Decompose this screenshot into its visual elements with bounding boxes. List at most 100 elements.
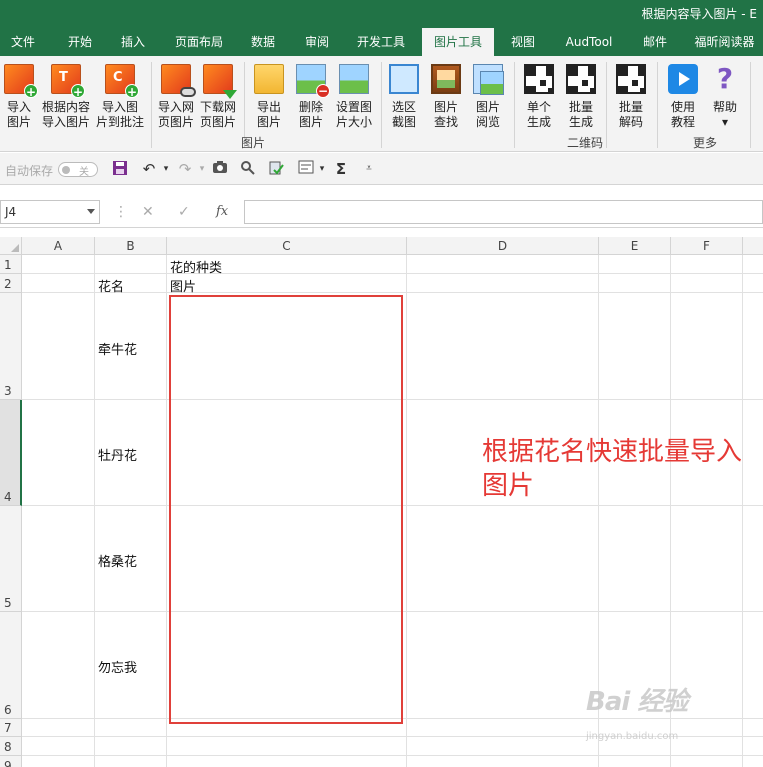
- qr-single-icon: [524, 64, 554, 94]
- spell-check-icon[interactable]: [266, 160, 286, 178]
- import-image-button[interactable]: + 导入 图片: [2, 60, 38, 132]
- export-image-button[interactable]: 导出 图片: [250, 60, 288, 132]
- form-icon[interactable]: [296, 160, 316, 178]
- watermark-brand: Bai 经验: [586, 687, 688, 717]
- name-box[interactable]: J4: [0, 200, 100, 224]
- tab-data[interactable]: 数据: [240, 28, 286, 56]
- help-icon: ?: [716, 62, 734, 95]
- cell-b6[interactable]: 勿忘我: [98, 657, 137, 676]
- delete-image-button[interactable]: − 删除 图片: [292, 60, 330, 132]
- formula-input[interactable]: [244, 200, 763, 224]
- cell-b3[interactable]: 牵牛花: [98, 339, 137, 358]
- qr-batch-icon: [566, 64, 596, 94]
- annotation-text: 根据花名快速批量导入图片: [482, 437, 743, 501]
- window-title: 根据内容导入图片 - E: [641, 7, 757, 21]
- watermark: Bai 经验 jingyan.baidu.com: [586, 675, 756, 763]
- cancel-icon[interactable]: ✕: [142, 204, 154, 220]
- column-header-g[interactable]: [743, 237, 763, 255]
- image-browse-button[interactable]: 图片 阅览: [470, 60, 506, 132]
- help-button[interactable]: ? 帮助 ▾: [706, 60, 744, 132]
- tab-insert[interactable]: 插入: [110, 28, 156, 56]
- import-to-comment-button[interactable]: C + 导入图 片到批注: [94, 60, 146, 132]
- column-header-a[interactable]: A: [22, 237, 95, 255]
- undo-dropdown-icon[interactable]: ▾: [160, 160, 172, 178]
- row-header-9[interactable]: 9: [0, 756, 22, 767]
- redo-icon[interactable]: ↷: [174, 160, 196, 178]
- row-header-4[interactable]: 4: [0, 400, 22, 506]
- row-header-8[interactable]: 8: [0, 737, 22, 756]
- customize-qat-icon[interactable]: ⩡: [362, 160, 376, 178]
- undo-icon[interactable]: ↶: [138, 160, 160, 178]
- selection-screenshot-button[interactable]: 选区 截图: [386, 60, 422, 132]
- select-all-corner[interactable]: [0, 237, 22, 255]
- cell-b2[interactable]: 花名: [98, 276, 124, 295]
- web-image-download-icon: [203, 64, 237, 99]
- column-header-c[interactable]: C: [167, 237, 407, 255]
- autosum-icon[interactable]: Σ: [330, 160, 352, 178]
- folder-export-icon: [254, 64, 284, 94]
- import-web-image-button[interactable]: 导入网 页图片: [155, 60, 197, 132]
- formula-bar: J4 ⋮ ✕ ✓ fx: [0, 186, 763, 228]
- tab-review[interactable]: 审阅: [294, 28, 340, 56]
- row-header-2[interactable]: 2: [0, 274, 22, 293]
- set-image-size-button[interactable]: 设置图 片大小: [332, 60, 376, 132]
- row-header-1[interactable]: 1: [0, 255, 22, 274]
- image-resize-icon: [339, 64, 369, 94]
- import-by-content-button[interactable]: T + 根据内容 导入图片: [40, 60, 92, 132]
- quick-access-toolbar: 自动保存 关 ↶ ▾ ↷ ▾ ▾ Σ ⩡: [0, 153, 763, 185]
- row-header-7[interactable]: 7: [0, 719, 22, 737]
- group-label-images: 图片: [240, 136, 265, 150]
- column-header-b[interactable]: B: [95, 237, 167, 255]
- cell-c1[interactable]: 花的种类: [170, 257, 222, 276]
- ribbon-tabs: 文件 开始 插入 页面布局 数据 审阅 开发工具 图片工具 视图 AudTool…: [0, 28, 763, 56]
- row-header-6[interactable]: 6: [0, 612, 22, 719]
- tab-developer[interactable]: 开发工具: [348, 28, 414, 56]
- more-options-icon: ⋮: [114, 204, 128, 220]
- web-image-link-icon: [161, 64, 196, 97]
- title-bar: 根据内容导入图片 - E: [0, 0, 763, 28]
- image-browse-icon: [473, 64, 504, 95]
- autosave-toggle[interactable]: 关: [58, 162, 98, 178]
- chevron-down-icon[interactable]: [87, 209, 95, 214]
- watermark-url: jingyan.baidu.com: [586, 731, 679, 742]
- image-find-icon: [431, 64, 461, 94]
- tab-picture-tools[interactable]: 图片工具: [422, 28, 494, 56]
- row-header-5[interactable]: 5: [0, 506, 22, 612]
- play-tutorial-icon: [668, 64, 698, 94]
- insert-function-icon[interactable]: fx: [216, 204, 228, 219]
- column-header-e[interactable]: E: [599, 237, 671, 255]
- tab-view[interactable]: 视图: [500, 28, 546, 56]
- column-header-f[interactable]: F: [671, 237, 743, 255]
- tab-foxit-reader[interactable]: 福昕阅读器: [686, 28, 763, 56]
- column-header-d[interactable]: D: [407, 237, 599, 255]
- highlight-box: [169, 295, 403, 724]
- image-by-content-icon: T +: [51, 64, 85, 99]
- camera-icon[interactable]: [210, 160, 230, 178]
- tab-page-layout[interactable]: 页面布局: [166, 28, 232, 56]
- confirm-icon[interactable]: ✓: [178, 204, 190, 220]
- tab-mail[interactable]: 邮件: [632, 28, 678, 56]
- image-find-button[interactable]: 图片 查找: [428, 60, 464, 132]
- tab-file[interactable]: 文件: [0, 28, 46, 56]
- tutorial-button[interactable]: 使用 教程: [664, 60, 702, 132]
- qr-decode-icon: [616, 64, 646, 94]
- find-replace-icon[interactable]: [238, 160, 258, 178]
- cell-b4[interactable]: 牡丹花: [98, 445, 137, 464]
- cell-b5[interactable]: 格桑花: [98, 551, 137, 570]
- form-dropdown-icon[interactable]: ▾: [316, 160, 328, 178]
- group-label-qrcode: 二维码: [566, 136, 603, 150]
- image-to-comment-icon: C +: [105, 64, 139, 99]
- qr-single-generate-button[interactable]: 单个 生成: [520, 60, 558, 132]
- tab-audtool[interactable]: AudTool: [556, 28, 622, 56]
- tab-home[interactable]: 开始: [56, 28, 104, 56]
- image-add-icon: +: [4, 64, 38, 99]
- row-header-3[interactable]: 3: [0, 293, 22, 400]
- redo-dropdown-icon[interactable]: ▾: [196, 160, 208, 178]
- group-label-more: 更多: [692, 136, 717, 150]
- save-icon[interactable]: [110, 160, 130, 178]
- download-web-image-button[interactable]: 下载网 页图片: [197, 60, 239, 132]
- cell-c2[interactable]: 图片: [170, 276, 196, 295]
- qr-batch-decode-button[interactable]: 批量 解码: [612, 60, 650, 132]
- qr-batch-generate-button[interactable]: 批量 生成: [562, 60, 600, 132]
- image-delete-icon: −: [296, 64, 330, 98]
